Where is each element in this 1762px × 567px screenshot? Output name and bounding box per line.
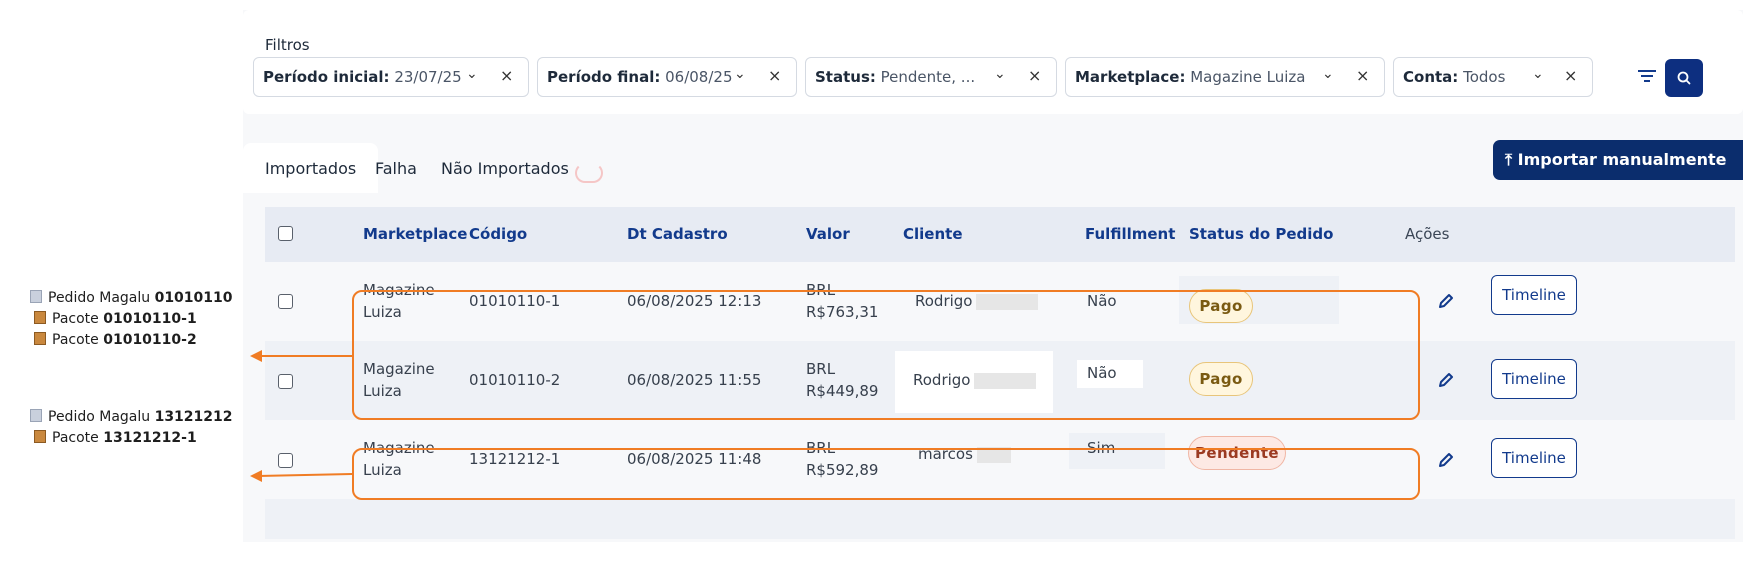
arrow-line (257, 473, 353, 477)
annotation-arrows (250, 350, 353, 482)
arrow-head (250, 470, 262, 482)
arrow-head (250, 350, 262, 362)
